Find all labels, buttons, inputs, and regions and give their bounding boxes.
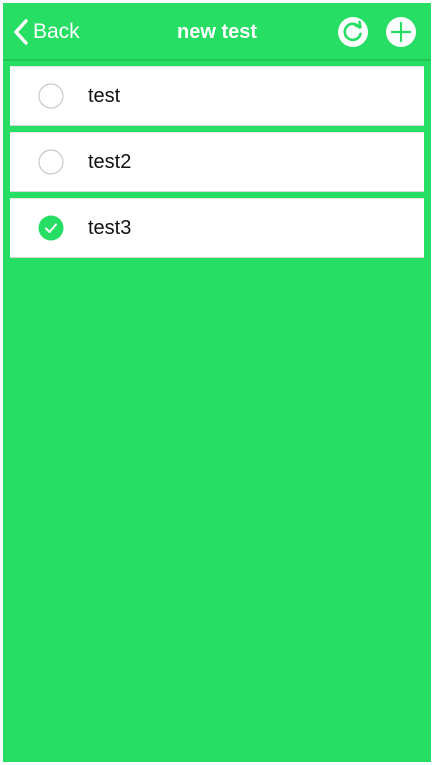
app-screen: Back new test test test2 test3 xyxy=(3,3,431,762)
list-item-label: test xyxy=(88,85,121,107)
navigation-bar: Back new test xyxy=(3,3,431,61)
refresh-button[interactable] xyxy=(337,16,369,48)
task-list: test test2 test3 xyxy=(10,66,424,264)
add-button[interactable] xyxy=(385,16,417,48)
list-item[interactable]: test3 xyxy=(10,198,424,258)
list-item-label: test2 xyxy=(88,151,132,173)
unchecked-circle-icon[interactable] xyxy=(38,83,64,109)
back-button[interactable]: Back xyxy=(13,17,80,47)
chevron-left-icon xyxy=(13,19,29,45)
refresh-icon xyxy=(337,16,369,48)
list-item[interactable]: test xyxy=(10,66,424,126)
plus-circle-icon xyxy=(385,16,417,48)
unchecked-circle-icon[interactable] xyxy=(38,149,64,175)
list-item-label: test3 xyxy=(88,217,132,239)
back-label: Back xyxy=(33,20,80,43)
checked-circle-icon[interactable] xyxy=(38,215,64,241)
list-item[interactable]: test2 xyxy=(10,132,424,192)
